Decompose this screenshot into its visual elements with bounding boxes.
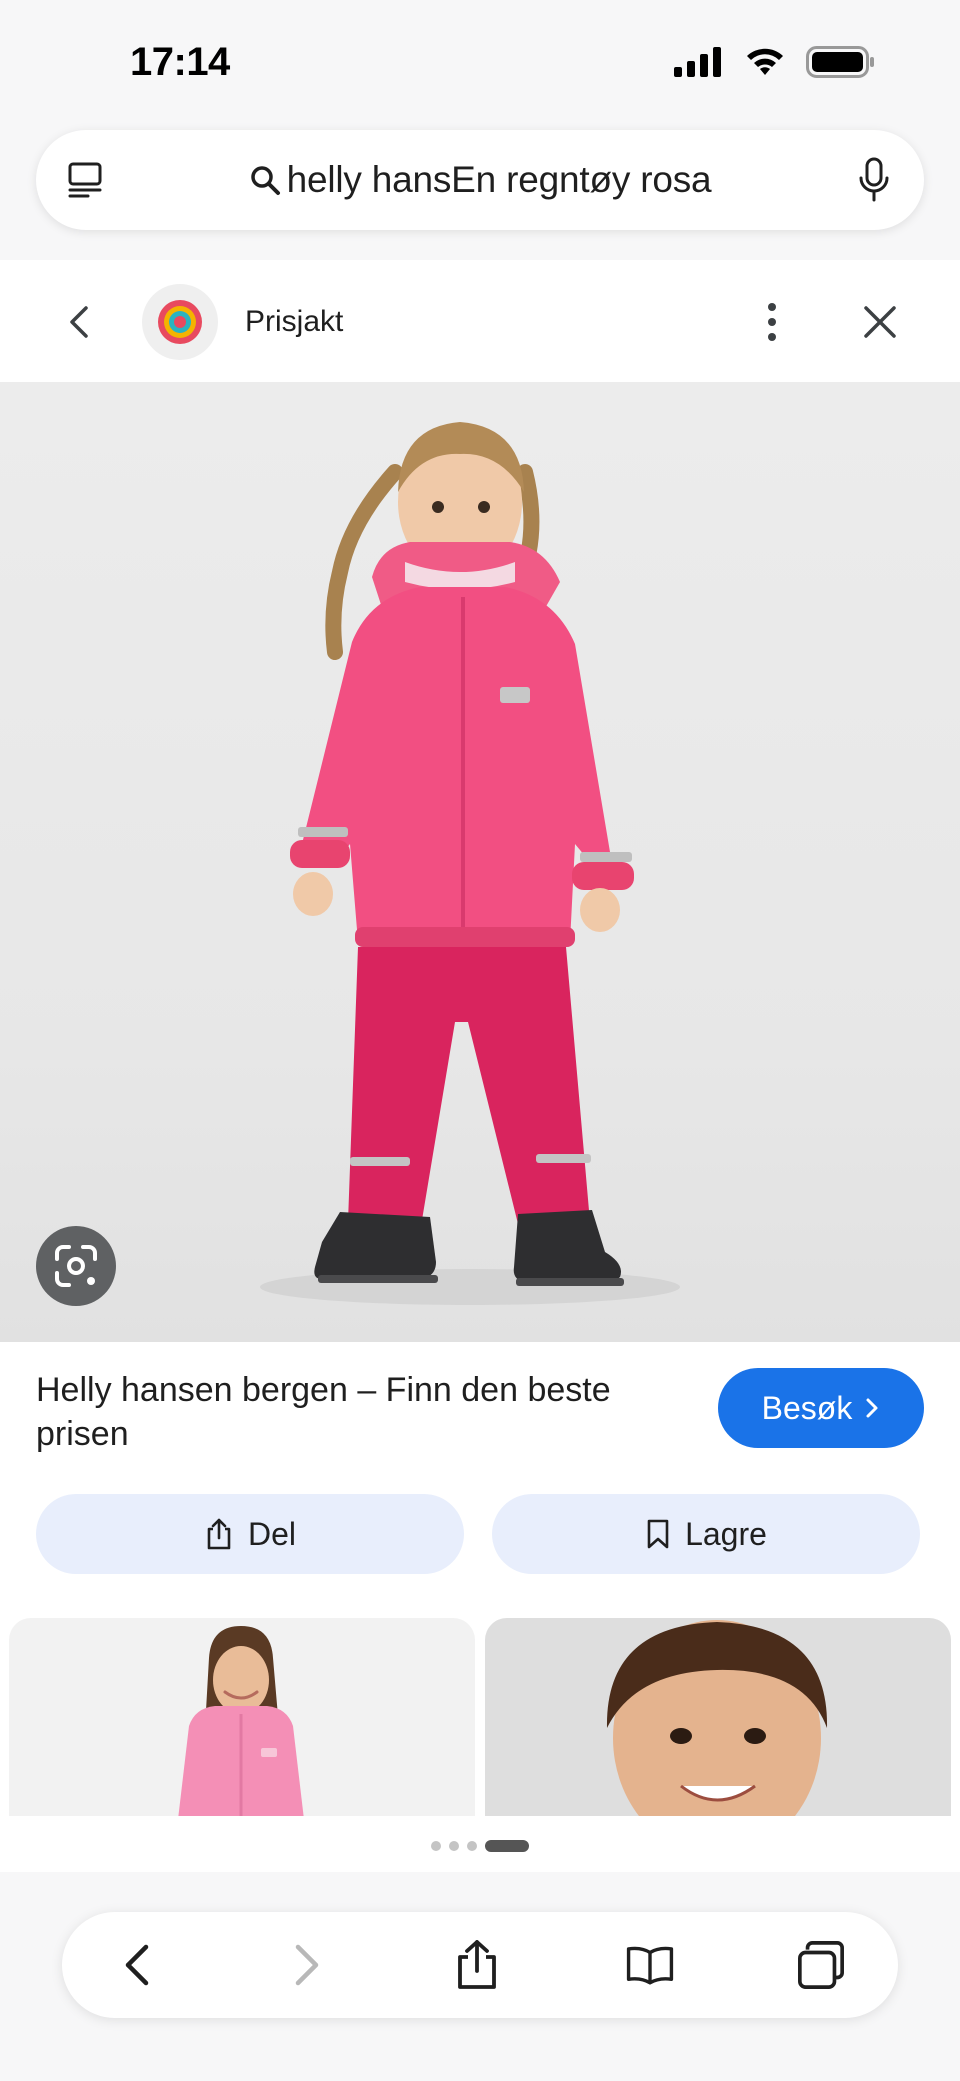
source-header: Prisjakt <box>0 260 960 382</box>
page-dot[interactable] <box>431 1841 441 1851</box>
prisjakt-logo-icon <box>158 300 202 344</box>
smiling-child-close-up-image <box>606 1620 828 1816</box>
save-button-label: Lagre <box>685 1515 767 1552</box>
forward-arrow-icon <box>295 1944 319 1986</box>
result-actions: Del Lagre <box>0 1482 960 1594</box>
page-dot[interactable] <box>467 1841 477 1851</box>
share-icon <box>458 1940 496 1989</box>
tabs-overview-button[interactable] <box>796 1940 846 1990</box>
child-in-pink-rain-gear-image <box>260 422 680 1305</box>
search-area: helly hansEn regntøy rosa <box>0 120 960 260</box>
browser-bottom-area <box>0 1872 960 2081</box>
related-image-1[interactable] <box>9 1618 475 1816</box>
status-bar: 17:14 <box>0 0 960 120</box>
forward-button[interactable] <box>282 1940 332 1990</box>
back-button[interactable] <box>112 1940 162 1990</box>
wifi-icon <box>747 48 783 75</box>
result-title[interactable]: Helly hansen bergen – Finn den beste pri… <box>36 1368 686 1456</box>
page-indicator <box>0 1836 960 1856</box>
browser-share-button[interactable] <box>452 1940 502 1990</box>
search-query[interactable]: helly hansEn regntøy rosa <box>287 159 712 201</box>
source-name[interactable]: Prisjakt <box>245 305 343 339</box>
page-dot-active[interactable] <box>485 1840 529 1852</box>
more-options-icon[interactable] <box>754 300 790 344</box>
chevron-right-icon <box>866 1398 878 1418</box>
back-chevron-icon[interactable] <box>62 302 98 342</box>
share-icon <box>207 1518 231 1550</box>
save-button[interactable]: Lagre <box>492 1494 920 1574</box>
battery-icon <box>806 46 874 78</box>
result-header: Helly hansen bergen – Finn den beste pri… <box>0 1342 960 1482</box>
visual-search-lens-button[interactable] <box>36 1226 116 1306</box>
related-image-2[interactable] <box>485 1618 951 1816</box>
microphone-icon[interactable] <box>854 156 894 204</box>
product-image[interactable] <box>0 382 960 1342</box>
visit-button[interactable]: Besøk <box>718 1368 924 1448</box>
cellular-signal-icon <box>674 47 721 77</box>
browser-toolbar <box>62 1912 898 2018</box>
source-logo[interactable] <box>142 284 218 360</box>
child-in-light-pink-jacket-image <box>178 1626 304 1816</box>
bookmark-icon <box>647 1519 669 1549</box>
search-icon <box>250 166 280 195</box>
status-icons <box>674 46 876 78</box>
share-button-label: Del <box>247 1515 296 1552</box>
google-lens-icon <box>55 1245 97 1287</box>
page-dot[interactable] <box>449 1841 459 1851</box>
visit-button-label: Besøk <box>761 1389 853 1426</box>
address-search-bar[interactable]: helly hansEn regntøy rosa <box>36 130 924 230</box>
status-time: 17:14 <box>130 40 230 84</box>
tabs-overview-icon <box>798 1941 844 1989</box>
share-button[interactable]: Del <box>36 1494 464 1574</box>
search-query-area[interactable]: helly hansEn regntøy rosa <box>36 130 924 230</box>
close-icon[interactable] <box>860 302 900 342</box>
bookmarks-icon <box>626 1946 674 1985</box>
related-images <box>0 1618 960 1816</box>
back-arrow-icon <box>125 1944 149 1986</box>
bookmarks-button[interactable] <box>625 1940 675 1990</box>
